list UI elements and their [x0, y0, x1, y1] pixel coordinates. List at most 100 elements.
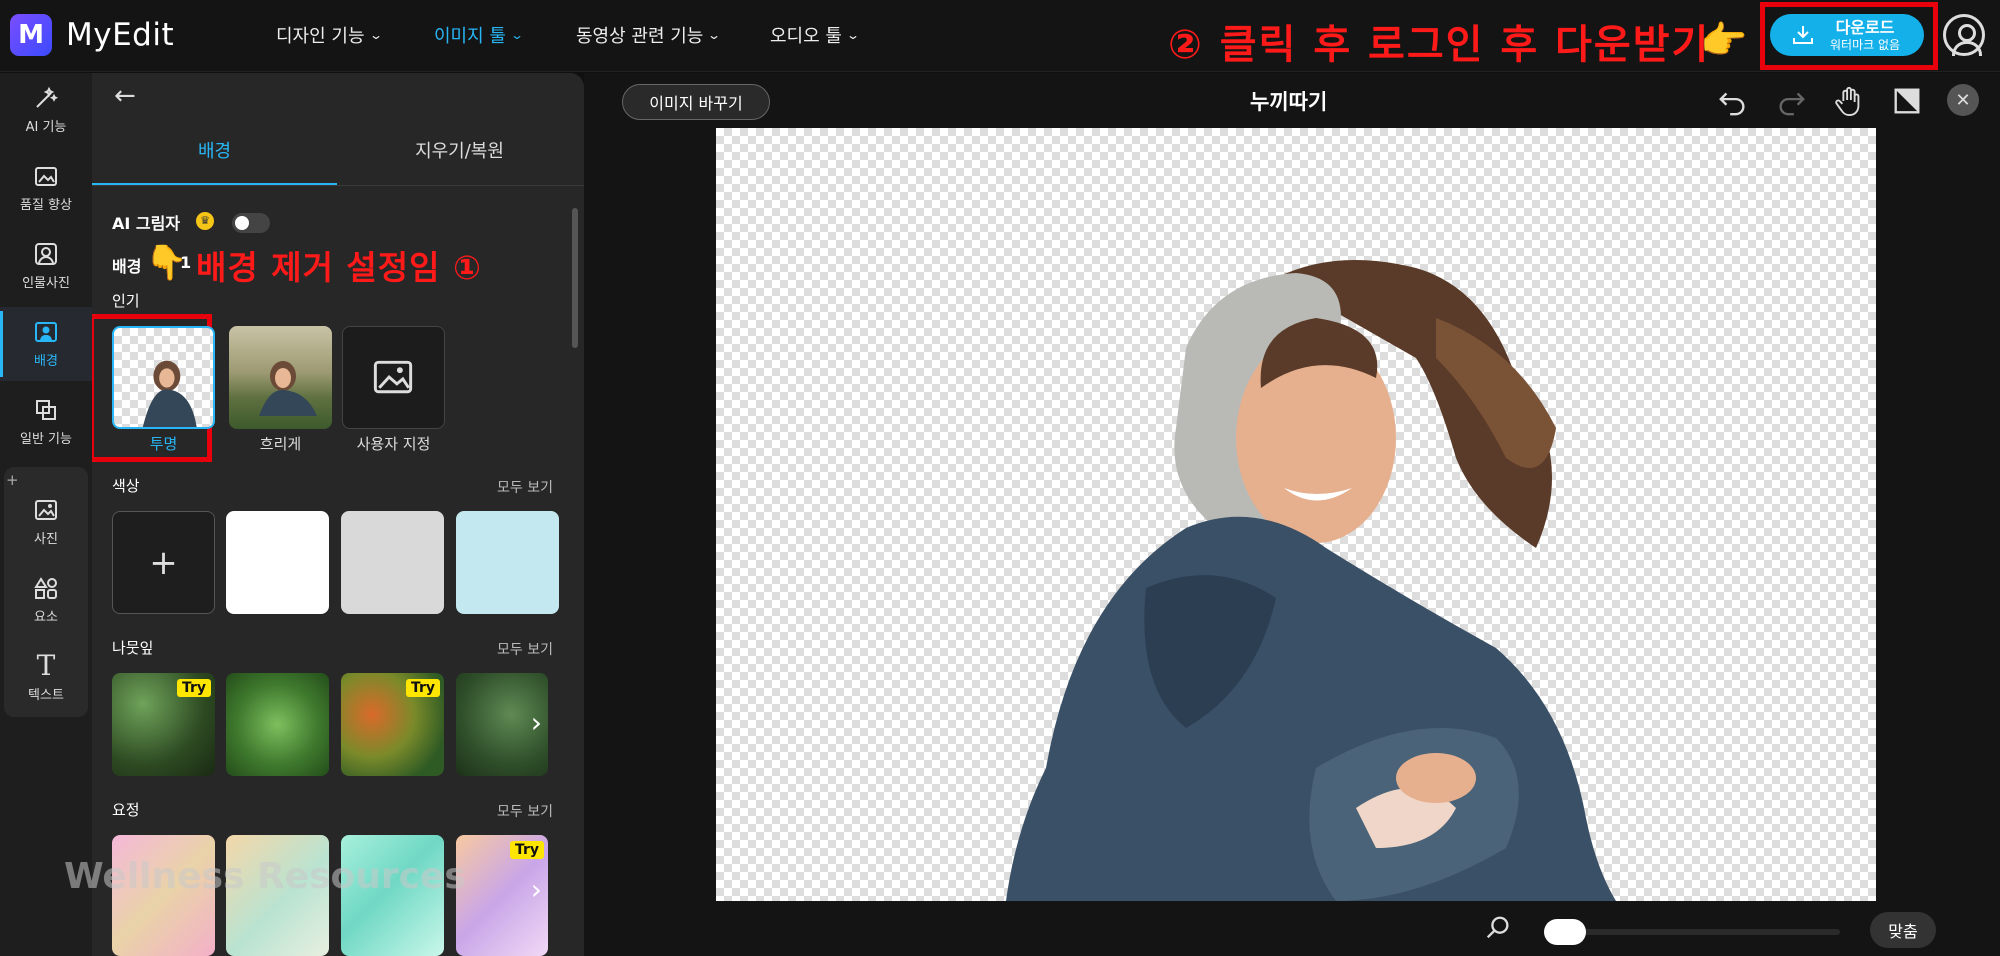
- add-color-button[interactable]: +: [112, 511, 215, 614]
- chevron-down-icon: ⌄: [509, 28, 525, 42]
- tab-divider: [92, 185, 584, 186]
- rail-label: 품질 향상: [20, 197, 72, 213]
- fit-button[interactable]: 맞춤: [1870, 912, 1936, 948]
- compare-icon[interactable]: [1890, 84, 1924, 118]
- rail-label: 배경: [34, 353, 58, 369]
- see-all-fairy-link[interactable]: 모두 보기: [497, 801, 553, 821]
- bg-option-blur[interactable]: [229, 326, 332, 429]
- annotation-step1: 배경 제거 설정임 ①: [196, 248, 482, 287]
- bg-option-transparent[interactable]: [112, 326, 215, 429]
- rail-label: 요소: [34, 609, 58, 625]
- color-swatch-lightblue[interactable]: [456, 511, 559, 614]
- rail-item-general[interactable]: 일반 기능: [0, 385, 92, 459]
- color-swatch-white[interactable]: [226, 511, 329, 614]
- bg-option-label: 투명: [149, 435, 178, 453]
- rail-label: 텍스트: [28, 687, 64, 703]
- chevron-right-icon[interactable]: ›: [531, 706, 542, 739]
- portrait-icon: [33, 242, 59, 266]
- try-badge: Try: [176, 679, 211, 697]
- background-icon: [33, 320, 59, 344]
- nav-audio[interactable]: 오디오 툴 ⌄: [770, 22, 861, 48]
- tab-background[interactable]: 배경: [92, 137, 337, 163]
- nav-design-label: 디자인 기능: [276, 26, 365, 47]
- bg-option-label: 흐리게: [259, 435, 302, 453]
- photo-icon: [33, 498, 59, 522]
- crop-icon: [33, 398, 59, 422]
- leaf-thumb[interactable]: ›: [456, 673, 548, 776]
- left-rail: AI 기능 품질 향상 인물사진 배경 일반 기능 + 사진 요소 T 텍스트: [0, 73, 92, 956]
- color-label: 색상: [112, 477, 140, 495]
- rail-item-background[interactable]: 배경: [0, 307, 92, 381]
- app-logo[interactable]: M MyEdit: [10, 13, 174, 57]
- rail-item-ai[interactable]: AI 기능: [0, 73, 92, 147]
- background-label: 배경: [112, 257, 142, 276]
- blur-thumb-image: [259, 361, 317, 416]
- cutout-subject: [1006, 260, 1616, 901]
- magic-wand-icon: [33, 86, 59, 110]
- leaf-thumb[interactable]: [226, 673, 329, 776]
- undo-icon[interactable]: [1716, 84, 1750, 118]
- download-button[interactable]: 다운로드 워터마크 없음: [1770, 14, 1924, 56]
- download-labels: 다운로드 워터마크 없음: [1830, 17, 1901, 52]
- color-swatch-gray[interactable]: [341, 511, 444, 614]
- canvas-image[interactable]: [716, 128, 1876, 901]
- ai-shadow-label: AI 그림자: [112, 214, 181, 233]
- zoom-search-icon[interactable]: [1484, 914, 1512, 949]
- nav-design[interactable]: 디자인 기능 ⌄: [276, 22, 383, 48]
- redo-icon[interactable]: [1774, 84, 1808, 118]
- tab-erase-restore[interactable]: 지우기/복원: [337, 137, 582, 163]
- download-label: 다운로드: [1835, 17, 1895, 37]
- rail-label: 사진: [34, 531, 58, 547]
- download-sublabel: 워터마크 없음: [1830, 37, 1901, 52]
- watermark-text: Wellness Resources: [64, 856, 466, 897]
- background-panel: ← 배경 지우기/복원 AI 그림자 ♛ 배경 1 👇 배경 제거 설정임 ① …: [92, 73, 584, 956]
- user-avatar-icon[interactable]: [1943, 14, 1985, 56]
- canvas-title: 누끼따기: [1250, 90, 1328, 114]
- nav-video-label: 동영상 관련 기능: [576, 26, 704, 47]
- chevron-right-icon[interactable]: ›: [531, 873, 542, 906]
- replace-image-button[interactable]: 이미지 바꾸기: [622, 84, 770, 120]
- rail-item-elements[interactable]: 요소: [0, 563, 92, 637]
- crown-icon: ♛: [196, 212, 214, 230]
- logo-mark: M: [10, 14, 52, 56]
- close-icon[interactable]: ✕: [1947, 84, 1979, 116]
- download-icon: [1793, 26, 1813, 44]
- leaf-thumb[interactable]: Try: [112, 673, 215, 776]
- ai-shadow-toggle[interactable]: [232, 213, 270, 233]
- rail-item-photo[interactable]: 사진: [0, 485, 92, 559]
- zoom-slider-handle[interactable]: [1544, 919, 1586, 945]
- hand-pan-icon[interactable]: [1832, 84, 1866, 118]
- leaves-label: 나뭇잎: [112, 639, 154, 657]
- leaf-thumb[interactable]: Try: [341, 673, 444, 776]
- nav-image-tools[interactable]: 이미지 툴 ⌄: [434, 22, 525, 48]
- back-arrow-icon[interactable]: ←: [114, 81, 136, 111]
- elements-icon: [33, 576, 59, 600]
- nav-video[interactable]: 동영상 관련 기능 ⌄: [576, 22, 722, 48]
- pointing-hand-icon: 👇: [145, 243, 188, 283]
- chevron-down-icon: ⌄: [707, 28, 722, 42]
- rail-item-enhance[interactable]: 품질 향상: [0, 151, 92, 225]
- bg-option-label: 사용자 지정: [356, 435, 431, 453]
- chevron-down-icon: ⌄: [368, 28, 383, 42]
- zoom-slider-track[interactable]: [1544, 929, 1840, 935]
- see-all-leaves-link[interactable]: 모두 보기: [497, 639, 553, 659]
- app-name: MyEdit: [66, 17, 175, 53]
- chevron-down-icon: ⌄: [845, 28, 861, 42]
- annotation-step2: ② 클릭 후 로그인 후 다운받기: [1168, 22, 1711, 68]
- fairy-thumb[interactable]: Try ›: [456, 835, 548, 956]
- bg-option-custom[interactable]: [342, 326, 445, 429]
- try-badge: Try: [405, 679, 440, 697]
- image-add-icon: [373, 360, 413, 394]
- rail-label: AI 기능: [25, 119, 67, 135]
- top-bar: M MyEdit 디자인 기능 ⌄ 이미지 툴 ⌄ 동영상 관련 기능 ⌄ 오디오 툴…: [0, 0, 2000, 72]
- text-icon: T: [36, 649, 56, 682]
- rail-item-portrait[interactable]: 인물사진: [0, 229, 92, 303]
- rail-item-text[interactable]: T 텍스트: [0, 641, 92, 715]
- transparent-thumb-image: [142, 360, 197, 427]
- pointing-hand-icon: 👉: [1700, 18, 1748, 62]
- fairy-label: 요정: [112, 801, 140, 819]
- panel-scrollbar[interactable]: [572, 208, 578, 348]
- nav-audio-label: 오디오 툴: [770, 26, 842, 47]
- try-badge: Try: [509, 841, 544, 859]
- see-all-colors-link[interactable]: 모두 보기: [497, 477, 553, 497]
